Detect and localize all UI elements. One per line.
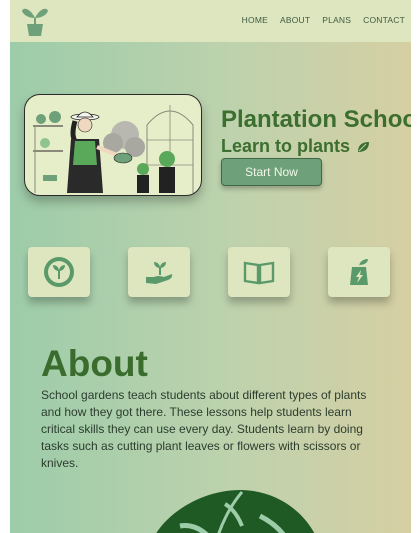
hero-illustration-card [24,94,202,196]
feature-card-book[interactable] [228,247,290,297]
plant-pot-icon[interactable] [20,4,50,38]
eco-energy-icon [350,259,368,285]
nav-link-contact[interactable]: CONTACT [363,15,405,25]
about-text: School gardens teach students about diff… [41,388,367,470]
hero-subtitle-text: Learn to plants [221,136,351,156]
start-now-button[interactable]: Start Now [221,158,322,186]
leaf-icon [358,141,370,152]
hero-subtitle: Learn to plants [221,136,370,157]
feature-card-energy[interactable] [328,247,390,297]
nav-link-about[interactable]: ABOUT [280,15,310,25]
open-book-icon [243,261,275,285]
hand-with-sprout-icon [146,262,173,284]
nav-links: HOME ABOUT PLANS CONTACT [242,15,405,25]
feature-card-seedling[interactable] [28,247,90,297]
nav-link-plans[interactable]: PLANS [322,15,351,25]
hero-title: Plantation School [221,106,411,133]
gardener-illustration [33,105,194,193]
landing-page: HOME ABOUT PLANS CONTACT Plantation Scho… [10,0,411,533]
about-title: About [41,343,148,384]
navbar: HOME ABOUT PLANS CONTACT [10,0,411,42]
feature-card-hand-sprout[interactable] [128,247,190,297]
nav-link-home[interactable]: HOME [242,15,268,25]
monstera-leaf-decoration [156,490,315,533]
seedling-badge-icon [44,257,74,287]
